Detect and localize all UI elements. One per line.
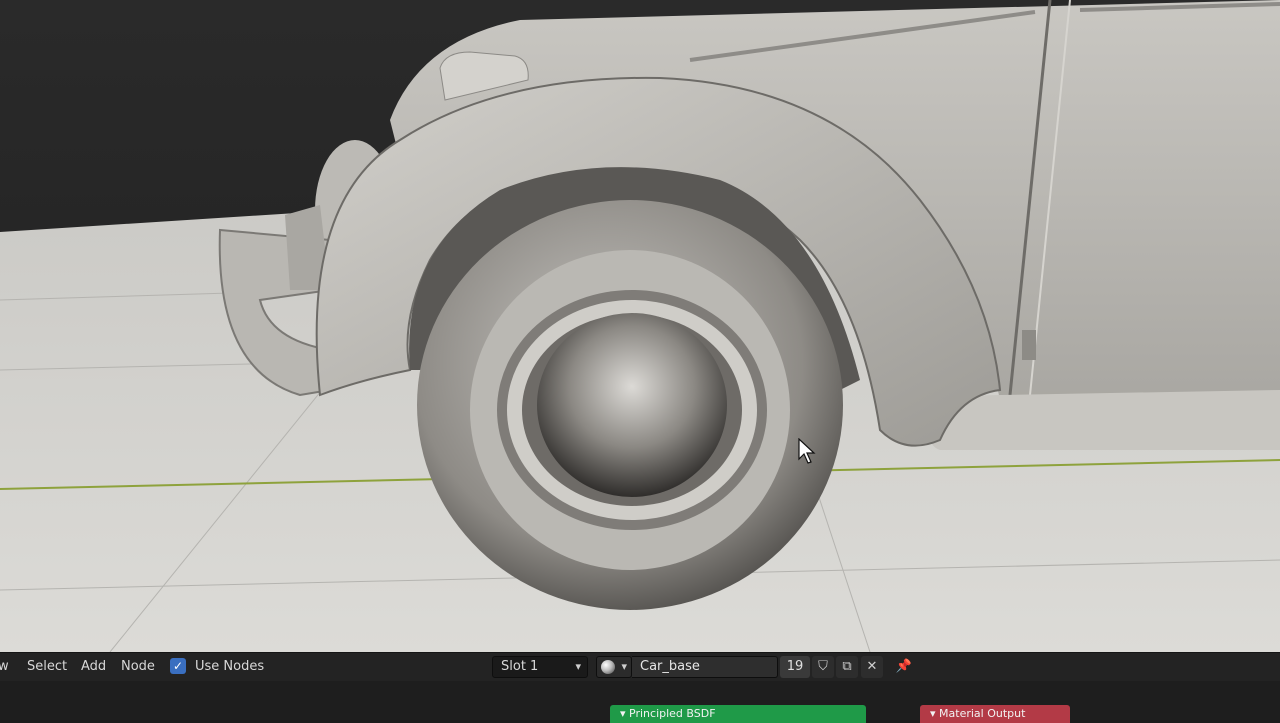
view-menu[interactable]: w bbox=[0, 658, 9, 676]
fake-user-button[interactable]: ⛉ bbox=[812, 656, 834, 678]
pin-icon: 📌 bbox=[895, 659, 913, 674]
chevron-down-icon: ▾ bbox=[621, 660, 627, 673]
collapse-icon: ▾ bbox=[930, 707, 940, 720]
material-name: Car_base bbox=[640, 659, 700, 674]
select-menu[interactable]: Select bbox=[27, 658, 67, 676]
chevron-down-icon: ▾ bbox=[575, 660, 581, 673]
add-menu[interactable]: Add bbox=[81, 658, 106, 676]
slot-dropdown[interactable]: Slot 1 ▾ bbox=[492, 656, 588, 678]
node-title: Principled BSDF bbox=[629, 707, 716, 720]
unlink-material-button[interactable]: ✕ bbox=[861, 656, 883, 678]
close-icon: ✕ bbox=[866, 659, 878, 674]
pin-button[interactable]: 📌 bbox=[893, 656, 915, 678]
sphere-icon bbox=[601, 660, 615, 674]
use-nodes-label: Use Nodes bbox=[195, 659, 265, 674]
car-model-render bbox=[0, 0, 1280, 652]
node-menu[interactable]: Node bbox=[121, 658, 155, 676]
duplicate-material-button[interactable]: ⧉ bbox=[836, 656, 858, 678]
browse-material-button[interactable]: ▾ bbox=[596, 656, 632, 678]
node-title: Material Output bbox=[939, 707, 1026, 720]
principled-bsdf-node[interactable]: ▾ Principled BSDF bbox=[610, 705, 866, 723]
collapse-icon: ▾ bbox=[620, 707, 630, 720]
material-name-field[interactable]: Car_base bbox=[632, 656, 778, 678]
duplicate-icon: ⧉ bbox=[842, 659, 852, 674]
node-editor-header: w Select Add Node ✓ Use Nodes Slot 1 ▾ ▾… bbox=[0, 652, 1280, 681]
node-editor-canvas[interactable]: ▾ Principled BSDF ▾ Material Output bbox=[0, 681, 1280, 723]
material-users-count[interactable]: 19 bbox=[780, 656, 810, 678]
mouse-cursor-icon bbox=[798, 438, 816, 464]
slot-label: Slot 1 bbox=[501, 659, 539, 674]
shield-icon: ⛉ bbox=[818, 659, 828, 674]
use-nodes-checkbox[interactable]: ✓ bbox=[170, 658, 186, 674]
3d-viewport[interactable] bbox=[0, 0, 1280, 652]
material-output-node[interactable]: ▾ Material Output bbox=[920, 705, 1070, 723]
